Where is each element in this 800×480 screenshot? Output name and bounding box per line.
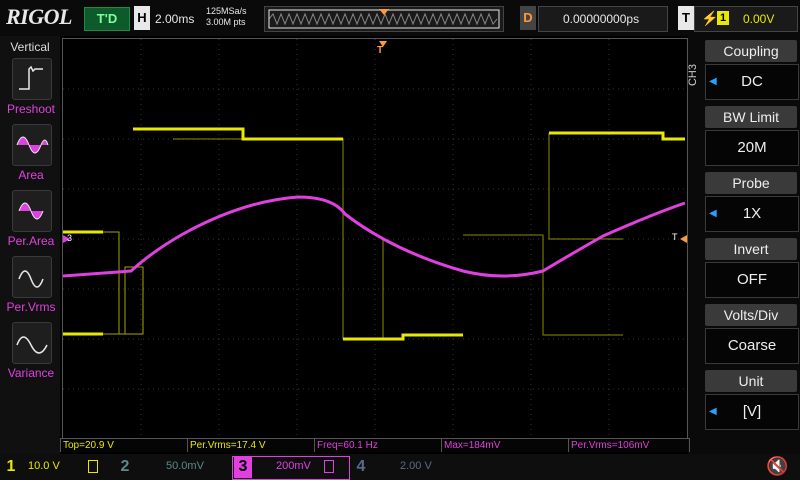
measure-area[interactable]: Area (0, 124, 62, 186)
ch3-waveform (62, 195, 686, 278)
measure-per-vrms[interactable]: Per.Vrms (0, 256, 62, 318)
volts-div-value: Coarse (705, 328, 799, 364)
menu-bw-limit[interactable]: BW Limit 20M (705, 106, 799, 168)
trigger-letter: T (678, 6, 694, 30)
ch1-number[interactable]: 1 (2, 456, 20, 478)
area-label: Area (18, 168, 44, 182)
delay-box[interactable]: 0.00000000ps (538, 6, 668, 32)
ch3-number[interactable]: 3 (234, 456, 252, 478)
unit-arrow-icon: ◀ (709, 406, 717, 417)
sample-rate: 125MSa/s (206, 6, 247, 16)
unit-value: [V] (705, 394, 799, 430)
coupling-value: DC (705, 64, 799, 100)
ch4-scale[interactable]: 2.00 V (400, 460, 432, 472)
delay-value: 0.00000000ps (563, 12, 640, 26)
trigger-level-marker[interactable]: T (672, 232, 678, 242)
menu-invert[interactable]: Invert OFF (705, 238, 799, 300)
probe-arrow-icon: ◀ (709, 208, 717, 219)
trigger-level: 0.00V (743, 12, 775, 26)
overview-trigger-marker (379, 9, 389, 15)
ch3-ref-marker: 3 (67, 233, 73, 243)
per-area-label: Per.Area (7, 234, 55, 248)
vertical-measure-panel: Vertical Preshoot Area Per.Area Per.Vrms… (0, 36, 60, 458)
meas-freq[interactable]: Freq=60.1 Hz (314, 438, 442, 452)
volts-div-header: Volts/Div (705, 304, 797, 326)
coupling-header: Coupling (705, 40, 797, 62)
menu-volts-div[interactable]: Volts/Div Coarse (705, 304, 799, 366)
bw-limit-header: BW Limit (705, 106, 797, 128)
per-vrms-icon (12, 256, 52, 298)
probe-header: Probe (705, 172, 797, 194)
ch1-coupling-icon (88, 460, 98, 473)
meas-max[interactable]: Max=184mV (441, 438, 569, 452)
top-status-bar: RIGOL T'D H 2.00ms 125MSa/s 3.00M pts D … (0, 0, 800, 36)
horizontal-letter: H (134, 6, 150, 30)
waveform-svg (62, 39, 687, 439)
probe-value: 1X (705, 196, 799, 232)
menu-unit[interactable]: Unit [V] ◀ (705, 370, 799, 432)
trigger-position-marker[interactable]: T (377, 45, 383, 56)
measure-variance[interactable]: Variance (0, 322, 62, 384)
rigol-logo: RIGOL (6, 4, 72, 29)
ch4-number[interactable]: 4 (352, 456, 370, 478)
ch2-number[interactable]: 2 (116, 456, 134, 478)
run-status-badge[interactable]: T'D (84, 7, 130, 31)
meas-per-vrms-ch3[interactable]: Per.Vrms=106mV (568, 438, 690, 452)
waveform-display[interactable]: 3 T T (62, 38, 688, 440)
trigger-source: 1 (717, 11, 729, 25)
menu-probe[interactable]: Probe 1X ◀ (705, 172, 799, 234)
ch1-scale[interactable]: 10.0 V (28, 460, 60, 472)
coupling-arrow-icon: ◀ (709, 76, 717, 87)
ch3-scale[interactable]: 200mV (276, 460, 311, 472)
meas-per-vrms-ch1[interactable]: Per.Vrms=17.4 V (187, 438, 315, 452)
meas-top[interactable]: Top=20.9 V (60, 438, 188, 452)
trigger-box[interactable]: ⚡ 1 0.00V (694, 6, 798, 32)
channel-tag: CH3 (687, 64, 699, 87)
bw-limit-value: 20M (705, 130, 799, 166)
memory-depth: 3.00M pts (206, 17, 246, 27)
preshoot-label: Preshoot (6, 102, 56, 116)
delay-letter: D (520, 6, 536, 30)
area-icon (12, 124, 52, 166)
measure-per-area[interactable]: Per.Area (0, 190, 62, 252)
unit-header: Unit (705, 370, 797, 392)
variance-label: Variance (7, 366, 55, 380)
timebase-value[interactable]: 2.00ms (155, 12, 194, 26)
variance-icon (12, 322, 52, 364)
ch2-scale[interactable]: 50.0mV (166, 460, 204, 472)
invert-header: Invert (705, 238, 797, 260)
per-area-icon (12, 190, 52, 232)
measure-preshoot[interactable]: Preshoot (0, 58, 62, 120)
speaker-mute-icon[interactable]: 🔇 (766, 456, 788, 477)
per-vrms-label: Per.Vrms (6, 300, 56, 314)
ch3-coupling-icon (324, 460, 334, 473)
menu-coupling[interactable]: Coupling DC ◀ (705, 40, 799, 102)
waveform-overview[interactable] (264, 6, 504, 32)
rising-edge-icon: ⚡ (701, 10, 719, 26)
invert-value: OFF (705, 262, 799, 298)
overview-waveform-icon (268, 9, 500, 29)
preshoot-icon (12, 58, 52, 100)
panel-title: Vertical (10, 40, 50, 54)
